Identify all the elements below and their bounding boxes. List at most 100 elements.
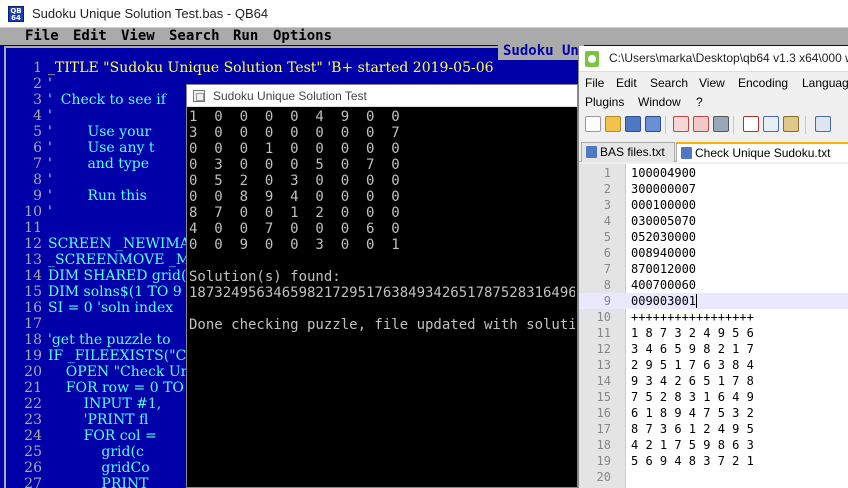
open-file-icon[interactable] [605,116,621,132]
line-number: 20 [24,364,42,380]
qb64-menu-file[interactable]: File [25,28,59,45]
line-number: 18 [24,332,42,348]
npp-menu-edit[interactable]: Edit [616,76,637,90]
paste-icon[interactable] [783,116,799,132]
qb64-window-title: Sudoku Unique Solution Test.bas - QB64 [32,6,269,21]
print-icon[interactable] [713,116,729,132]
cut-icon[interactable] [743,116,759,132]
puzzle-grid: 1 0 0 0 0 4 9 0 03 0 0 0 0 0 0 0 70 0 0 … [189,109,575,253]
toolbar-separator [665,116,666,134]
text-line[interactable]: 2 300000007 [579,181,848,197]
current-text-line[interactable]: 9 009003001 [579,293,848,309]
line-number: 14 [596,374,611,388]
text-line[interactable]: 5 052030000 [579,229,848,245]
npp-menu-search[interactable]: Search [650,76,688,90]
qb64-menu-edit[interactable]: Edit [73,28,107,45]
save-all-icon[interactable] [645,116,661,132]
qb64-menu-run[interactable]: Run [233,28,258,45]
code-text: ' Use any t [48,140,155,156]
console-output: 1 0 0 0 0 4 9 0 03 0 0 0 0 0 0 0 70 0 0 … [189,109,575,487]
line-number: 8 [603,278,611,292]
notepadpp-text-area[interactable]: 1 100004900 2 300000007 3 000100000 4 030005070… [579,165,848,485]
code-text: ' Check to see if [48,92,166,108]
line-number: 1 [33,60,42,76]
text-line[interactable]: 11 1 8 7 3 2 4 9 5 6 [579,325,848,341]
text-line[interactable]: 15 7 5 2 8 3 1 6 4 9 [579,389,848,405]
npp-menu-file[interactable]: File [585,76,604,90]
line-text: 2 9 5 1 7 6 3 8 4 [631,358,754,372]
notepadpp-editor[interactable]: 1 100004900 2 300000007 3 000100000 4 030005070… [579,164,848,488]
line-number: 11 [24,220,42,236]
code-line[interactable]: 1 _TITLE "Sudoku Unique Solution Test" 'B… [8,60,580,76]
npp-menu-window[interactable]: Window [638,95,681,109]
code-text: ' [48,108,52,124]
close-all-icon[interactable] [693,116,709,132]
notepadpp-window: C:\Users\marka\Desktop\qb64 v1.3 x64\000… [578,46,848,488]
text-line[interactable]: 18 4 2 1 7 5 9 8 6 3 [579,437,848,453]
npp-menu-encoding[interactable]: Encoding [738,76,788,90]
puzzle-row: 0 0 8 9 4 0 0 0 0 [189,189,400,205]
npp-menu-help[interactable]: ? [696,95,703,109]
line-number: 6 [603,246,611,260]
tab-check-unique-sudoku[interactable]: Check Unique Sudoku.txt [676,142,848,162]
qb64-menu-view[interactable]: View [121,28,155,45]
line-number: 10 [24,204,42,220]
text-line[interactable]: 6 008940000 [579,245,848,261]
text-line[interactable]: 8 400700060 [579,277,848,293]
text-line[interactable]: 19 5 6 9 4 8 3 7 2 1 [579,453,848,469]
line-text: 008940000 [631,246,697,260]
text-line[interactable]: 1 100004900 [579,165,848,181]
line-number: 5 [33,124,42,140]
line-number: 1 [603,166,611,180]
tab-bas-files[interactable]: BAS files.txt [581,142,675,162]
notepadpp-titlebar[interactable]: C:\Users\marka\Desktop\qb64 v1.3 x64\000… [579,46,848,72]
qb64-editor-title: Sudoku Un [498,43,584,60]
qb64-menu-search[interactable]: Search [169,28,220,45]
text-line[interactable]: 7 870012000 [579,261,848,277]
line-text: 100004900 [631,166,697,180]
console-titlebar[interactable]: Sudoku Unique Solution Test [187,85,577,107]
text-line[interactable]: 13 2 9 5 1 7 6 3 8 4 [579,357,848,373]
qb64-app-icon: QB 64 [8,6,24,22]
npp-menu-view[interactable]: View [699,76,725,90]
qb64-menu-options[interactable]: Options [273,28,332,45]
qb64-titlebar[interactable]: QB 64 Sudoku Unique Solution Test.bas - … [0,0,848,28]
line-text: 9 3 4 2 6 5 1 7 8 [631,374,754,388]
text-line[interactable]: 17 8 7 3 6 1 2 4 9 5 [579,421,848,437]
line-text: 300000007 [631,182,697,196]
line-text: 052030000 [631,230,697,244]
text-line[interactable]: 3 000100000 [579,197,848,213]
toolbar-separator [805,116,806,134]
line-number: 5 [603,230,611,244]
text-line[interactable]: 20 [579,469,848,485]
console-window-title: Sudoku Unique Solution Test [213,89,367,103]
toolbar-separator [733,116,734,134]
puzzle-row: 0 3 0 0 0 5 0 7 0 [189,157,400,173]
code-text: FOR col = [48,428,157,444]
text-line[interactable]: 12 3 4 6 5 9 8 2 1 7 [579,341,848,357]
copy-icon[interactable] [763,116,779,132]
text-line[interactable]: 4 030005070 [579,213,848,229]
line-text: 030005070 [631,214,697,228]
line-number: 3 [603,198,611,212]
undo-icon[interactable] [815,116,831,132]
new-file-icon[interactable] [585,116,601,132]
line-text: 7 5 2 8 3 1 6 4 9 [631,390,754,404]
puzzle-row: 3 0 0 0 0 0 0 0 7 [189,125,400,141]
text-line[interactable]: 10 +++++++++++++++++ [579,309,848,325]
npp-menu-language[interactable]: Language [802,76,848,90]
code-text: 'get the puzzle to [48,332,171,348]
save-icon[interactable] [625,116,641,132]
line-number: 4 [603,214,611,228]
notepadpp-app-icon [585,51,599,67]
text-line[interactable]: 16 6 1 8 9 4 7 5 3 2 [579,405,848,421]
line-text: 000100000 [631,198,697,212]
line-number: 12 [596,342,611,356]
line-number: 18 [596,438,611,452]
text-line[interactable]: 14 9 3 4 2 6 5 1 7 8 [579,373,848,389]
code-text: 'PRINT fl [48,412,149,428]
npp-menu-plugins[interactable]: Plugins [585,95,624,109]
close-icon[interactable] [673,116,689,132]
line-number: 9 [603,294,611,308]
